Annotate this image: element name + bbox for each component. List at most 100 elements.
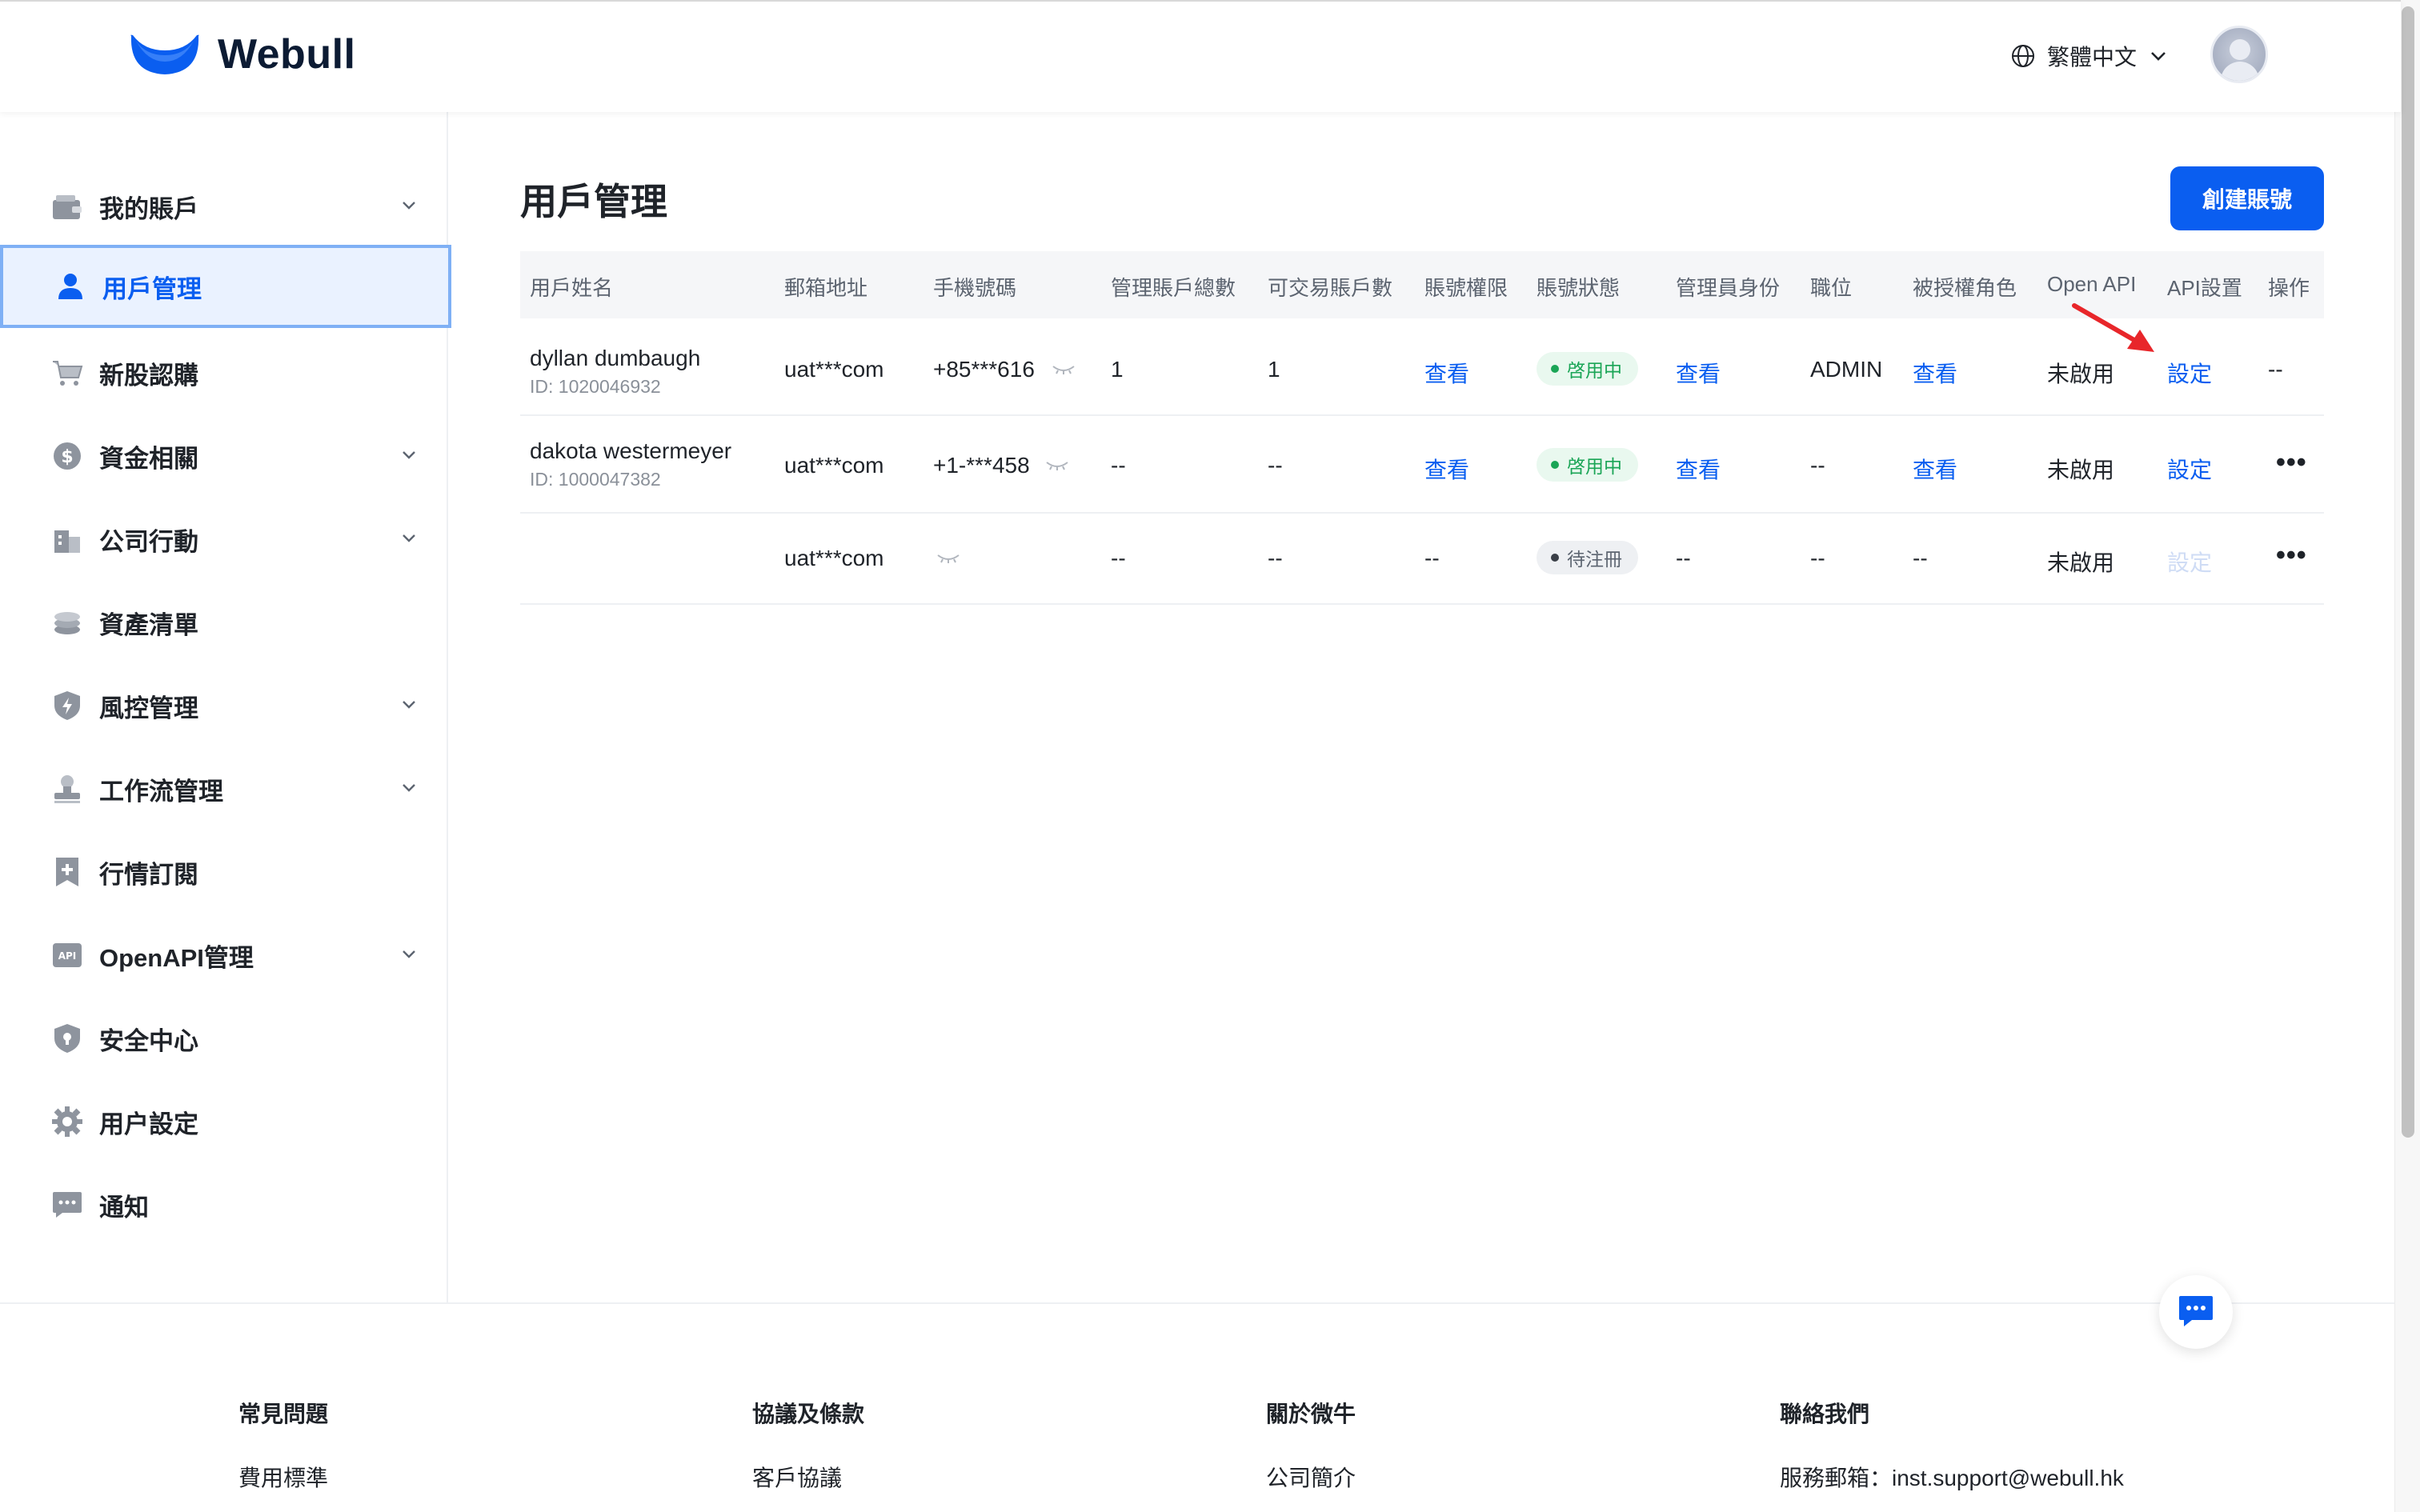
- cart-icon: [51, 357, 83, 389]
- sidebar-item-ipo-subscription[interactable]: 新股認購: [0, 331, 451, 414]
- eye-closed-icon[interactable]: [1052, 363, 1076, 376]
- sidebar-item-label: 行情訂閱: [99, 860, 198, 889]
- webull-logo-icon: [130, 34, 199, 74]
- phone-cell: +1-***458: [933, 453, 1030, 478]
- user-icon: [54, 270, 86, 302]
- svg-text:$: $: [61, 447, 73, 467]
- total-accounts-cell: --: [1111, 546, 1126, 570]
- tradable-accounts-cell: 1: [1268, 357, 1280, 382]
- sidebar-item-asset-list[interactable]: 資產清單: [0, 581, 451, 664]
- sidebar-item-label: 資產清單: [99, 610, 198, 639]
- sidebar-item-notifications[interactable]: 通知: [0, 1163, 451, 1246]
- footer-company-link[interactable]: 公司簡介: [1266, 1461, 1356, 1493]
- permission-cell: --: [1424, 546, 1440, 570]
- view-permission-link[interactable]: 查看: [1424, 357, 1469, 389]
- coins-icon: [51, 606, 83, 638]
- sidebar-item-label: 新股認購: [99, 361, 198, 390]
- language-label: 繁體中文: [2047, 45, 2138, 70]
- sidebar-item-funds[interactable]: $ 資金相關: [0, 414, 451, 498]
- column-header: 操作: [2268, 276, 2310, 300]
- total-accounts-cell: --: [1111, 453, 1126, 478]
- open-api-cell: 未啟用: [2047, 550, 2115, 575]
- building-icon: [51, 523, 83, 555]
- dollar-icon: $: [51, 440, 83, 472]
- chevron-down-icon: [403, 534, 415, 542]
- sidebar-item-label: OpenAPI管理: [99, 943, 254, 972]
- sidebar-item-label: 安全中心: [99, 1026, 198, 1055]
- avatar-body: [2221, 62, 2259, 81]
- footer-about-title[interactable]: 關於微牛: [1266, 1397, 1356, 1429]
- users-table: 用戶姓名 郵箱地址 手機號碼 管理賬戶總數 可交易賬戶數 賬號權限 賬號狀態 管…: [520, 251, 2324, 605]
- eye-closed-icon[interactable]: [1045, 459, 1069, 472]
- view-admin-link[interactable]: 查看: [1676, 453, 1721, 485]
- user-avatar[interactable]: [2210, 26, 2268, 83]
- svg-text:API: API: [58, 950, 77, 962]
- wallet-icon: [51, 190, 83, 222]
- create-account-button[interactable]: 創建賬號: [2170, 166, 2324, 230]
- view-permission-link[interactable]: 查看: [1424, 453, 1469, 485]
- email-cell: uat***com: [784, 357, 884, 382]
- sidebar-item-label: 資金相關: [99, 444, 198, 473]
- scrollbar-thumb[interactable]: [2402, 6, 2414, 1138]
- position-cell: ADMIN: [1810, 357, 1883, 382]
- sidebar-item-market-subscription[interactable]: 行情訂閱: [0, 830, 451, 914]
- language-selector[interactable]: 繁體中文: [2010, 40, 2169, 72]
- vertical-scrollbar[interactable]: [2394, 0, 2420, 1512]
- chevron-down-icon: [403, 451, 415, 459]
- shield-lock-icon: [51, 1022, 83, 1054]
- sidebar-item-user-settings[interactable]: 用户設定: [0, 1080, 451, 1163]
- sidebar-nav: 我的賬戶 用戶管理 新股認購 $ 資金相關 公司行動 資產清單 風控管理 工作流…: [0, 112, 451, 1304]
- shield-bolt-icon: [51, 690, 83, 722]
- footer-agreement-link[interactable]: 客戶協議: [752, 1461, 842, 1493]
- table-row: dyllan dumbaugh ID: 1020046932 uat***com…: [520, 318, 2324, 416]
- column-header: 被授權角色: [1913, 276, 2017, 300]
- footer-terms-title[interactable]: 協議及條款: [752, 1397, 864, 1429]
- api-settings-link[interactable]: 設定: [2167, 357, 2212, 389]
- footer-faq-title[interactable]: 常見問題: [238, 1397, 328, 1429]
- role-cell: --: [1913, 546, 1928, 570]
- column-header: Open API: [2047, 272, 2137, 296]
- sidebar-item-user-management[interactable]: 用戶管理: [0, 245, 451, 328]
- more-actions-button[interactable]: •••: [2276, 542, 2307, 569]
- more-actions-button[interactable]: •••: [2276, 449, 2307, 476]
- footer-contact-title[interactable]: 聯絡我們: [1780, 1397, 1869, 1429]
- sidebar-item-my-account[interactable]: 我的賬戶: [0, 165, 451, 248]
- gear-icon: [51, 1106, 83, 1138]
- column-header: 用戶姓名: [530, 276, 614, 300]
- status-label: 待注冊: [1567, 549, 1622, 570]
- admin-cell: --: [1676, 546, 1691, 570]
- status-label: 啓用中: [1567, 360, 1622, 381]
- column-header: 賬號狀態: [1537, 276, 1621, 300]
- chat-support-button[interactable]: [2159, 1275, 2233, 1349]
- globe-icon: [2012, 45, 2034, 67]
- view-admin-link[interactable]: 查看: [1676, 357, 1721, 389]
- view-role-link[interactable]: 查看: [1913, 453, 1957, 485]
- annotation-arrow-icon: [2072, 303, 2154, 352]
- chevron-down-icon: [403, 701, 415, 709]
- footer-email-link[interactable]: 服務郵箱：inst.support@webull.hk: [1780, 1461, 2124, 1493]
- sidebar-item-risk-management[interactable]: 風控管理: [0, 664, 451, 747]
- sidebar-item-corporate-actions[interactable]: 公司行動: [0, 498, 451, 581]
- sidebar-item-workflow[interactable]: 工作流管理: [0, 747, 451, 830]
- api-settings-link[interactable]: 設定: [2167, 453, 2212, 485]
- footer-fee-link[interactable]: 費用標準: [238, 1461, 328, 1493]
- phone-cell: +85***616: [933, 357, 1035, 382]
- email-cell: uat***com: [784, 546, 884, 570]
- eye-closed-icon[interactable]: [936, 552, 960, 565]
- table-header: 用戶姓名 郵箱地址 手機號碼 管理賬戶總數 可交易賬戶數 賬號權限 賬號狀態 管…: [520, 251, 2324, 318]
- webull-logo[interactable]: Webull: [128, 30, 355, 78]
- sidebar-item-label: 我的賬戶: [99, 194, 198, 223]
- position-cell: --: [1810, 453, 1825, 478]
- view-role-link[interactable]: 查看: [1913, 357, 1957, 389]
- sidebar-item-label: 用戶管理: [102, 274, 202, 303]
- sidebar-item-security-center[interactable]: 安全中心: [0, 997, 451, 1080]
- column-header: 職位: [1810, 276, 1853, 300]
- table-row: uat***com -- -- -- 待注冊 -- -- -- 未啟用 設定 •…: [520, 514, 2324, 605]
- chevron-down-icon: [2151, 52, 2166, 61]
- sidebar-item-openapi-management[interactable]: API OpenAPI管理: [0, 914, 451, 997]
- status-badge: 啓用中: [1537, 448, 1638, 482]
- sidebar-item-label: 通知: [99, 1193, 149, 1222]
- position-cell: --: [1810, 546, 1825, 570]
- action-cell: --: [2268, 357, 2283, 382]
- top-header: Webull 繁體中文: [0, 0, 2401, 112]
